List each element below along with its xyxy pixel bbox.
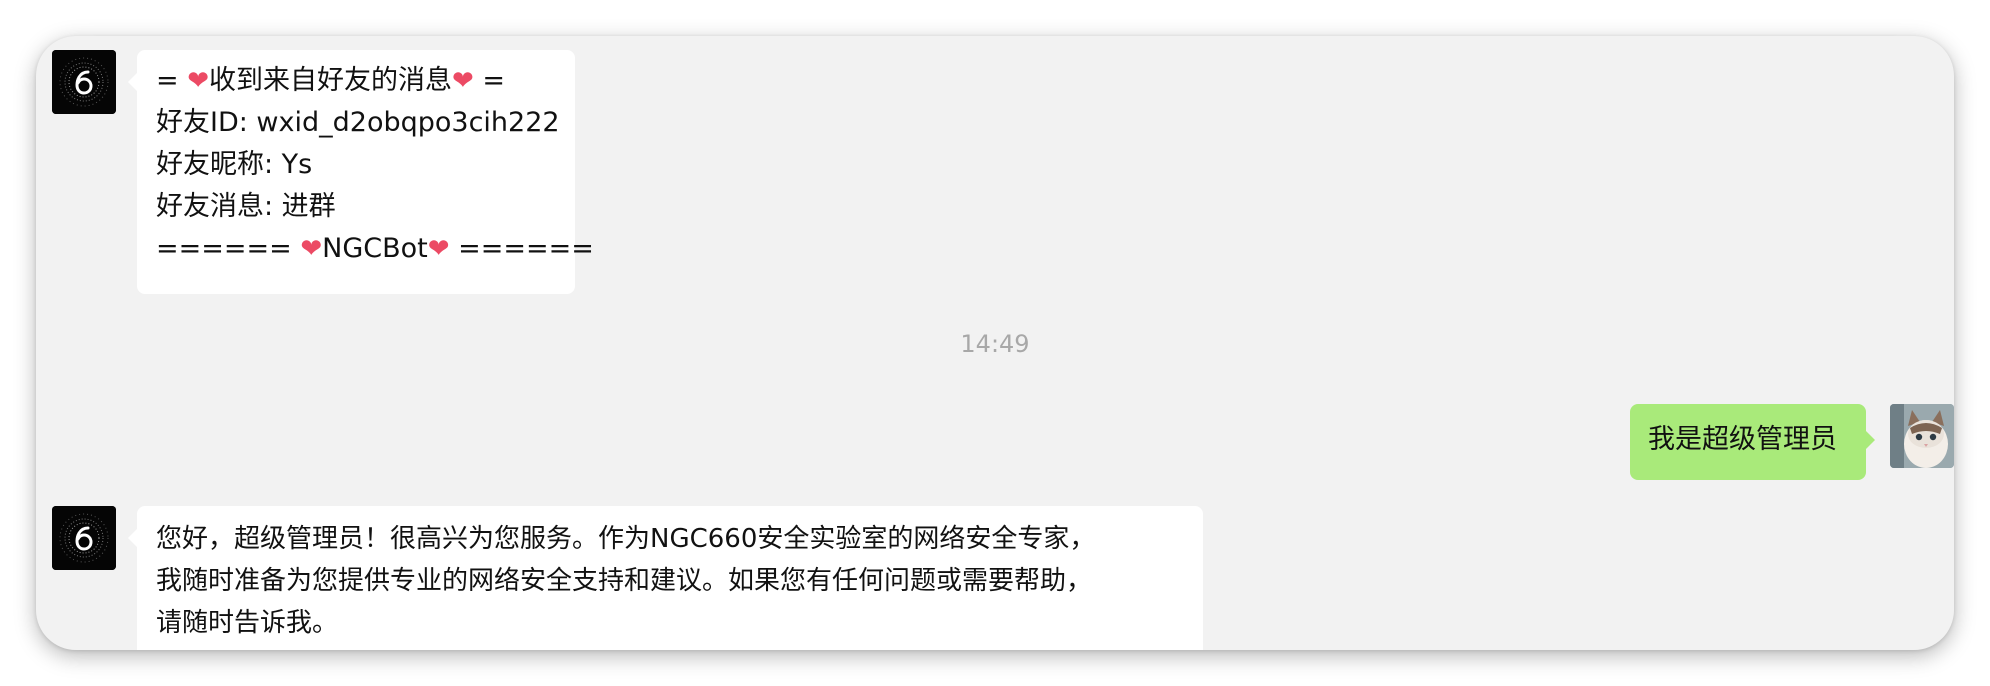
message-bubble-incoming[interactable]: 您好，超级管理员！很高兴为您服务。作为NGC660安全实验室的网络安全专家， 我…	[128, 506, 1203, 650]
message-bubble-outgoing[interactable]: 我是超级管理员	[1630, 404, 1875, 480]
cat-avatar-icon	[1890, 404, 1954, 468]
message-line: 好友ID: wxid_d2obqpo3cih222	[156, 107, 560, 138]
bot-logo-icon	[52, 506, 116, 570]
message-line: 我随时准备为您提供专业的网络安全支持和建议。如果您有任何问题或需要帮助，	[156, 566, 1093, 596]
bot-logo-icon	[52, 50, 116, 114]
user-avatar[interactable]	[1890, 404, 1954, 468]
message-timestamp: 14:49	[960, 330, 1030, 358]
message-line: 好友昵称: Ys	[156, 149, 313, 180]
message-line: 您好，超级管理员！很高兴为您服务。作为NGC660安全实验室的网络安全专家，	[156, 524, 1096, 554]
message-text: 我是超级管理员	[1648, 424, 1837, 455]
bot-avatar[interactable]	[52, 506, 116, 570]
bot-avatar[interactable]	[52, 50, 116, 114]
heart-icon: ❤	[300, 234, 323, 264]
message-line: ====== ❤NGCBot❤ ======	[156, 233, 594, 264]
message-bubble-incoming[interactable]: = ❤收到来自好友的消息❤ = 好友ID: wxid_d2obqpo3cih22…	[128, 50, 594, 294]
message-line: 好友消息: 进群	[156, 191, 336, 222]
heart-icon: ❤	[452, 66, 474, 96]
message-line: = ❤收到来自好友的消息❤ =	[156, 65, 506, 96]
heart-icon: ❤	[187, 66, 210, 96]
message-line: 请随时告诉我。	[156, 608, 339, 638]
heart-icon: ❤	[427, 234, 450, 264]
chat-window: = ❤收到来自好友的消息❤ = 好友ID: wxid_d2obqpo3cih22…	[36, 36, 1954, 650]
